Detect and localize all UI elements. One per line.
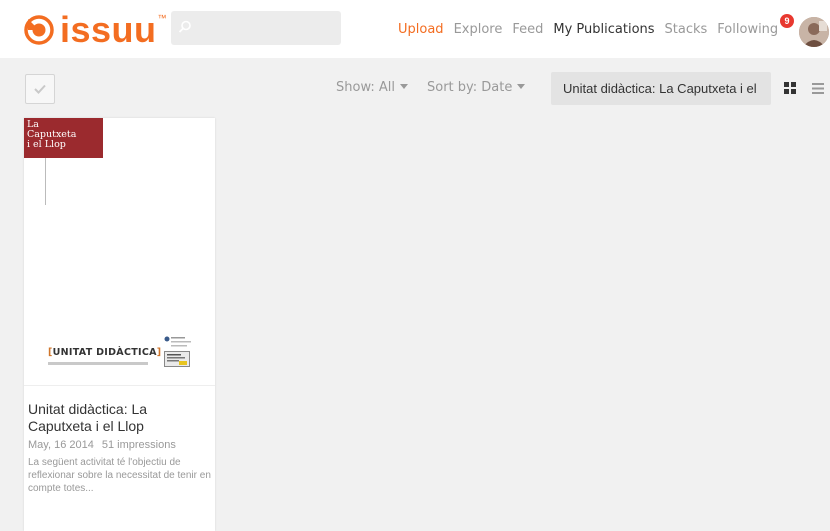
- top-header: issuu ™ Upload Explore Feed My Publicati…: [0, 0, 830, 58]
- issuu-logo-icon: [24, 15, 54, 45]
- nav-stacks[interactable]: Stacks: [665, 22, 708, 37]
- cover-divider: [45, 158, 46, 205]
- cover-heading: [UNITAT DIDÀCTICA]: [48, 347, 161, 358]
- chevron-down-icon: [517, 84, 526, 89]
- list-view-icon[interactable]: [812, 83, 824, 94]
- check-icon: [34, 84, 46, 94]
- search-icon: [178, 20, 191, 33]
- nav-upload[interactable]: Upload: [398, 22, 444, 37]
- grid-view-icon[interactable]: [784, 82, 796, 94]
- search-input[interactable]: [171, 11, 341, 45]
- nav-following[interactable]: Following: [717, 22, 778, 37]
- publication-date: May, 16 2014: [28, 439, 94, 451]
- publication-impressions: 51 impressions: [101, 439, 176, 451]
- publication-description: La següent activitat té l'objectiu de re…: [28, 457, 211, 494]
- publisher-logo-icon: [164, 351, 190, 367]
- main-nav: Upload Explore Feed My Publications Stac…: [398, 19, 788, 39]
- sort-dropdown[interactable]: Sort by: Date: [427, 80, 526, 95]
- publication-cover[interactable]: La Caputxeta i el Llop [UNITAT DIDÀCTICA…: [24, 118, 215, 386]
- publication-title[interactable]: Unitat didàctica: La Caputxeta i el Llop: [28, 401, 208, 435]
- cover-subtitle-line: [48, 362, 148, 365]
- sort-label: Sort by: Date: [427, 80, 513, 95]
- following-count-badge: 9: [780, 14, 794, 28]
- show-filter-label: Show: All: [336, 80, 395, 95]
- institution-logo-icon: [164, 336, 191, 347]
- cover-title-block: La Caputxeta i el Llop: [24, 118, 103, 158]
- logo-trademark: ™: [157, 13, 167, 23]
- user-avatar[interactable]: [799, 17, 829, 47]
- publication-meta: May, 16 2014 51 impressions: [28, 439, 176, 451]
- nav-explore[interactable]: Explore: [454, 22, 503, 37]
- logo-wordmark: issuu: [60, 9, 157, 50]
- select-all-checkbox[interactable]: [25, 74, 55, 104]
- issuu-logo[interactable]: issuu ™: [24, 9, 167, 50]
- nav-feed[interactable]: Feed: [512, 22, 543, 37]
- cover-heading-text: UNITAT DIDÀCTICA: [52, 347, 157, 358]
- nav-my-publications[interactable]: My Publications: [553, 22, 654, 37]
- show-filter-dropdown[interactable]: Show: All: [336, 80, 408, 95]
- chevron-down-icon: [400, 84, 408, 89]
- publication-select[interactable]: Unitat didàctica: La Caputxeta i el: [551, 72, 771, 105]
- cover-title-line: i el Llop: [27, 139, 66, 150]
- publication-card[interactable]: La Caputxeta i el Llop [UNITAT DIDÀCTICA…: [24, 118, 215, 531]
- cover-bracket-close: ]: [156, 347, 162, 358]
